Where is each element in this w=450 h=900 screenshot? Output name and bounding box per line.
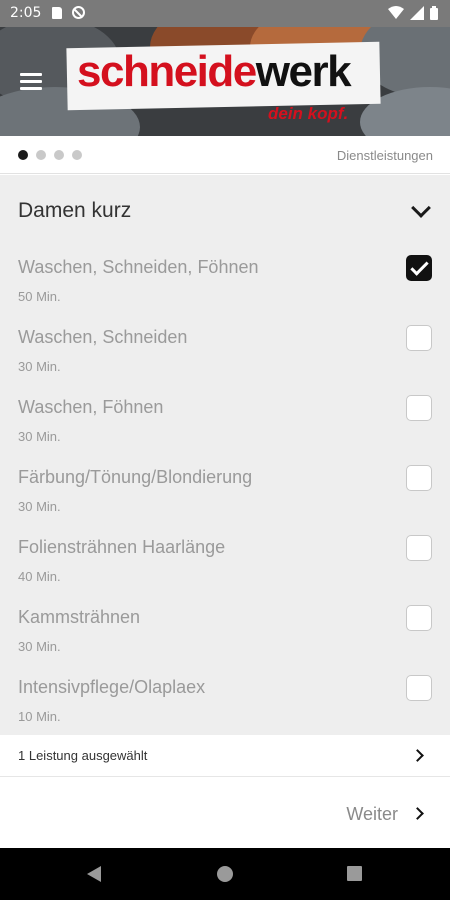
signal-icon <box>410 6 424 20</box>
battery-icon <box>430 6 438 20</box>
service-duration: 50 Min. <box>18 289 61 304</box>
service-checkbox[interactable] <box>406 395 432 421</box>
service-name: Waschen, Föhnen <box>18 397 164 417</box>
page-label: Dienstleistungen <box>336 148 433 163</box>
list-item[interactable]: Waschen, Schneiden, Föhnen 50 Min. <box>0 247 450 317</box>
list-item[interactable]: Waschen, Schneiden 30 Min. <box>0 317 450 387</box>
service-checkbox[interactable] <box>406 535 432 561</box>
page-indicator <box>18 150 82 160</box>
list-item[interactable]: Kammsträhnen 30 Min. <box>0 597 450 667</box>
service-checkbox[interactable] <box>406 465 432 491</box>
service-duration: 10 Min. <box>18 709 61 724</box>
chevron-right-icon[interactable] <box>411 749 424 762</box>
home-icon[interactable] <box>217 866 233 882</box>
service-name: Waschen, Schneiden <box>18 327 188 347</box>
brand-logo: schneidewerk <box>77 47 352 96</box>
page-dot[interactable] <box>18 150 28 160</box>
service-duration: 40 Min. <box>18 569 61 584</box>
logo-black-text: werk <box>255 47 352 96</box>
pager-row: Dienstleistungen <box>0 136 450 174</box>
menu-icon[interactable] <box>20 73 42 91</box>
service-name: Waschen, Schneiden, Föhnen <box>18 257 259 277</box>
logo-red-text: schneide <box>77 47 257 96</box>
service-name: Intensivpflege/Olaplaex <box>18 677 206 697</box>
service-duration: 30 Min. <box>18 499 61 514</box>
page-dot[interactable] <box>54 150 64 160</box>
page-dot[interactable] <box>36 150 46 160</box>
back-icon[interactable] <box>87 866 101 882</box>
service-checkbox[interactable] <box>406 605 432 631</box>
chevron-right-icon[interactable] <box>411 807 424 820</box>
service-duration: 30 Min. <box>18 639 61 654</box>
service-duration: 30 Min. <box>18 359 61 374</box>
data-saver-icon <box>72 6 85 19</box>
category-header[interactable]: Damen kurz <box>0 175 450 245</box>
system-nav-bar <box>0 848 450 900</box>
chevron-down-icon[interactable] <box>411 198 431 218</box>
sd-card-icon <box>52 7 62 19</box>
list-item[interactable]: Intensivpflege/Olaplaex 10 Min. <box>0 667 450 737</box>
recents-icon[interactable] <box>347 866 362 881</box>
selection-summary[interactable]: 1 Leistung ausgewählt <box>0 735 450 777</box>
status-bar: 2:05 <box>0 0 450 27</box>
service-name: Kammsträhnen <box>18 607 141 627</box>
list-item[interactable]: Waschen, Föhnen 30 Min. <box>0 387 450 457</box>
category-title: Damen kurz <box>18 199 132 222</box>
list-item[interactable]: Färbung/Tönung/Blondierung 30 Min. <box>0 457 450 527</box>
service-duration: 30 Min. <box>18 429 61 444</box>
wifi-icon <box>388 6 404 19</box>
logo-tagline: dein kopf. <box>268 104 349 123</box>
service-name: Färbung/Tönung/Blondierung <box>18 467 253 487</box>
next-button[interactable]: Weiter <box>0 778 450 848</box>
page-dot[interactable] <box>72 150 82 160</box>
summary-text: 1 Leistung ausgewählt <box>18 748 148 763</box>
next-label: Weiter <box>346 804 398 824</box>
service-checkbox[interactable] <box>406 255 432 281</box>
status-time: 2:05 <box>10 5 42 21</box>
service-name: Foliensträhnen Haarlänge <box>18 537 226 557</box>
service-checkbox[interactable] <box>406 325 432 351</box>
list-item[interactable]: Foliensträhnen Haarlänge 40 Min. <box>0 527 450 597</box>
service-list: Damen kurz Waschen, Schneiden, Föhnen 50… <box>0 175 450 735</box>
service-checkbox[interactable] <box>406 675 432 701</box>
